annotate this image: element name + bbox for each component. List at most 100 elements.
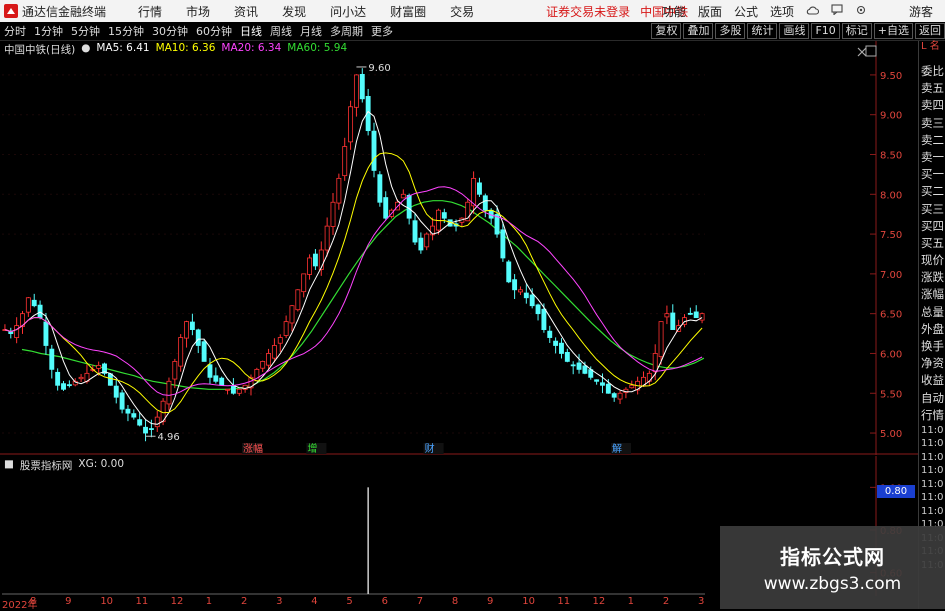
candle-body bbox=[559, 342, 564, 354]
quote-field-label[interactable]: 卖五 bbox=[919, 80, 945, 97]
settings-icon[interactable] bbox=[849, 4, 873, 19]
tab-daily[interactable]: 日线 bbox=[236, 23, 266, 39]
candle-body bbox=[541, 308, 547, 330]
trade-time: 11:0 bbox=[921, 478, 944, 490]
tab-30min[interactable]: 30分钟 bbox=[148, 23, 192, 39]
mark-button[interactable]: 标记 bbox=[841, 23, 872, 39]
candle-body bbox=[471, 177, 477, 207]
adjust-button[interactable]: 复权 bbox=[651, 23, 682, 39]
trade-time: 11:0 bbox=[921, 438, 944, 450]
quote-field-label[interactable]: 买四 bbox=[919, 218, 945, 235]
message-icon[interactable] bbox=[825, 4, 849, 18]
guest-label[interactable]: 游客 bbox=[903, 3, 945, 20]
options-button[interactable]: 选项 bbox=[764, 3, 800, 20]
y-tick-label: 7.50 bbox=[880, 230, 902, 241]
quote-field-label[interactable]: 买一 bbox=[919, 166, 945, 183]
tab-fenshi[interactable]: 分时 bbox=[0, 23, 30, 39]
quote-field-label[interactable]: 卖三 bbox=[919, 115, 945, 132]
candle-body bbox=[189, 321, 195, 330]
login-notice[interactable]: 证券交易未登录 bbox=[546, 3, 630, 20]
tab-5min[interactable]: 5分钟 bbox=[67, 23, 104, 39]
quote-field-label[interactable]: 委比 bbox=[919, 63, 945, 80]
date-tick-label: 1 bbox=[205, 596, 213, 607]
menu-hangqing[interactable]: 行情 bbox=[126, 3, 174, 20]
legend-circle-icon[interactable]: ● bbox=[81, 42, 90, 57]
menu-jiaoyi[interactable]: 交易 bbox=[438, 3, 486, 20]
quote-items: 委比 卖五 卖四 卖三 卖二 卖一 买一 买二 买三 买四 买五 现价 涨跌 涨幅 总量 外盘 换手 净资 收益 自动… bbox=[919, 63, 945, 424]
date-axis: 2022年 8 9 10 11 12 1 2 3 4 5 6 7 8 9 10 11 12 1 2 3 bbox=[0, 596, 720, 611]
candle-body bbox=[664, 313, 670, 318]
quote-field-label[interactable]: 卖一 bbox=[919, 149, 945, 166]
price-chart[interactable]: 5.00 5.50 6.00 6.50 7.00 7.50 8.00 8.50 9.00 9.50… bbox=[0, 41, 918, 455]
candle-body bbox=[611, 393, 617, 398]
quote-field-label[interactable]: 涨跌 bbox=[919, 269, 945, 286]
tab-1min[interactable]: 1分钟 bbox=[30, 23, 67, 39]
candle-body bbox=[687, 312, 693, 315]
date-tick-label: 2 bbox=[240, 596, 248, 607]
quote-field-label[interactable]: 净资 bbox=[919, 355, 945, 372]
quote-field-label[interactable]: 行情 bbox=[919, 407, 945, 424]
menu-faxian[interactable]: 发现 bbox=[270, 3, 318, 20]
candle-body bbox=[523, 292, 529, 299]
back-button[interactable]: 返回 bbox=[915, 23, 945, 39]
candle-body bbox=[148, 428, 154, 430]
date-tick-label: 8 bbox=[451, 596, 459, 607]
multi-stock-button[interactable]: 多股 bbox=[715, 23, 746, 39]
candle-body bbox=[166, 380, 172, 405]
trade-time: 11:0 bbox=[921, 492, 944, 504]
menu-shichang[interactable]: 市场 bbox=[174, 3, 222, 20]
quote-field-label[interactable]: 买三 bbox=[919, 201, 945, 218]
function-button[interactable]: 功能 bbox=[656, 3, 692, 20]
candle-body bbox=[213, 375, 219, 382]
candle-body bbox=[49, 348, 55, 370]
main-menu: 行情 市场 资讯 发现 问小达 财富圈 交易 bbox=[126, 3, 486, 20]
quote-field-label[interactable]: 现价 bbox=[919, 252, 945, 269]
candle-body bbox=[230, 385, 236, 394]
chart-tools: 复权 叠加 多股 统计 画线 F10 标记 +自选 返回 bbox=[649, 22, 945, 40]
stats-button[interactable]: 统计 bbox=[747, 23, 778, 39]
layout-button[interactable]: 版面 bbox=[692, 3, 728, 20]
tab-weekly[interactable]: 周线 bbox=[266, 23, 296, 39]
cloud-icon[interactable] bbox=[800, 4, 825, 18]
menu-wenxiaoda[interactable]: 问小达 bbox=[318, 3, 378, 20]
candle-body bbox=[55, 371, 61, 386]
candle-body bbox=[582, 365, 588, 374]
quote-field-label[interactable]: 总量 bbox=[919, 304, 945, 321]
date-tick-label: 5 bbox=[346, 596, 353, 607]
menu-zixun[interactable]: 资讯 bbox=[222, 3, 270, 20]
candle-body bbox=[312, 253, 318, 267]
add-watchlist-button[interactable]: +自选 bbox=[873, 23, 913, 39]
y-tick-label: 6.00 bbox=[880, 349, 902, 360]
quote-panel: L 名 委比 卖五 卖四 卖三 卖二 卖一 买一 买二 买三 买四 买五 现价 涨跌 涨幅 总量 外盘 换手 净资… bbox=[918, 41, 945, 609]
quote-field-label[interactable]: 买二 bbox=[919, 183, 945, 200]
quote-field-label[interactable]: 买五 bbox=[919, 235, 945, 252]
menu-caifuquan[interactable]: 财富圈 bbox=[378, 3, 438, 20]
quote-field-label[interactable]: 卖二 bbox=[919, 132, 945, 149]
quote-field-label[interactable]: 自动 bbox=[919, 390, 945, 407]
app-name: 通达信金融终端 bbox=[22, 4, 107, 19]
draw-button[interactable]: 画线 bbox=[779, 23, 810, 39]
candle-body bbox=[693, 311, 699, 319]
quote-field-label[interactable]: 换手 bbox=[919, 338, 945, 355]
candle-body bbox=[260, 361, 266, 369]
candle-body bbox=[107, 373, 113, 386]
quote-field-label[interactable]: 外盘 bbox=[919, 321, 945, 338]
tab-60min[interactable]: 60分钟 bbox=[192, 23, 236, 39]
trade-time: 11:0 bbox=[921, 424, 944, 436]
quote-field-label[interactable]: 卖四 bbox=[919, 97, 945, 114]
f10-button[interactable]: F10 bbox=[811, 23, 840, 39]
tab-more[interactable]: 更多 bbox=[367, 23, 397, 39]
candle-body bbox=[412, 220, 418, 243]
indicator-toggle-icon[interactable]: ■ bbox=[4, 458, 14, 473]
tab-multi-period[interactable]: 多周期 bbox=[326, 23, 367, 39]
tab-15min[interactable]: 15分钟 bbox=[104, 23, 148, 39]
panel-header[interactable]: L 名 bbox=[919, 41, 945, 63]
formula-button[interactable]: 公式 bbox=[728, 3, 764, 20]
y-tick-label: 6.50 bbox=[880, 310, 902, 321]
candle-body bbox=[14, 325, 20, 338]
ma-legend: 中国中铁(日线) ● MA5: 6.41 MA10: 6.36 MA20: 6.… bbox=[4, 42, 347, 57]
quote-field-label[interactable]: 收益 bbox=[919, 372, 945, 389]
quote-field-label[interactable]: 涨幅 bbox=[919, 286, 945, 303]
tab-monthly[interactable]: 月线 bbox=[296, 23, 326, 39]
overlay-button[interactable]: 叠加 bbox=[683, 23, 714, 39]
